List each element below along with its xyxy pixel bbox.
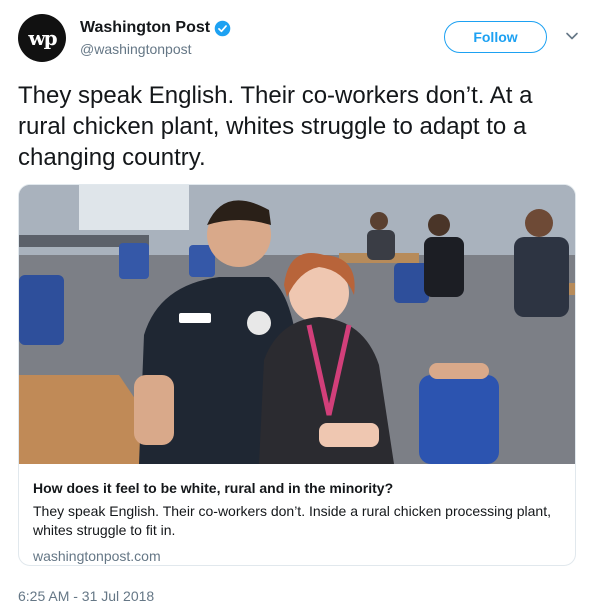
author-display-name-row[interactable]: Washington Post: [80, 19, 231, 37]
card-title[interactable]: How does it feel to be white, rural and …: [33, 479, 561, 497]
author-display-name[interactable]: Washington Post: [80, 19, 210, 37]
card-domain: washingtonpost.com: [33, 548, 161, 564]
link-card[interactable]: How does it feel to be white, rural and …: [18, 184, 576, 566]
card-description: They speak English. Their co-workers don…: [33, 503, 551, 538]
card-image[interactable]: [19, 185, 576, 464]
author-names: Washington Post @washingtonpost: [80, 19, 231, 57]
tweet-header: wp Washington Post @washingtonpost Follo…: [18, 14, 581, 68]
author-handle[interactable]: @washingtonpost: [80, 41, 231, 57]
follow-button[interactable]: Follow: [444, 21, 547, 53]
tweet-text: They speak English. Their co-workers don…: [18, 82, 533, 171]
chevron-down-icon[interactable]: [565, 29, 579, 43]
tweet-timestamp[interactable]: 6:25 AM - 31 Jul 2018: [18, 588, 154, 604]
verified-badge-icon: [214, 20, 231, 36]
card-body[interactable]: How does it feel to be white, rural and …: [33, 479, 561, 564]
avatar[interactable]: wp: [18, 14, 66, 62]
avatar-logo-text: wp: [28, 26, 57, 50]
